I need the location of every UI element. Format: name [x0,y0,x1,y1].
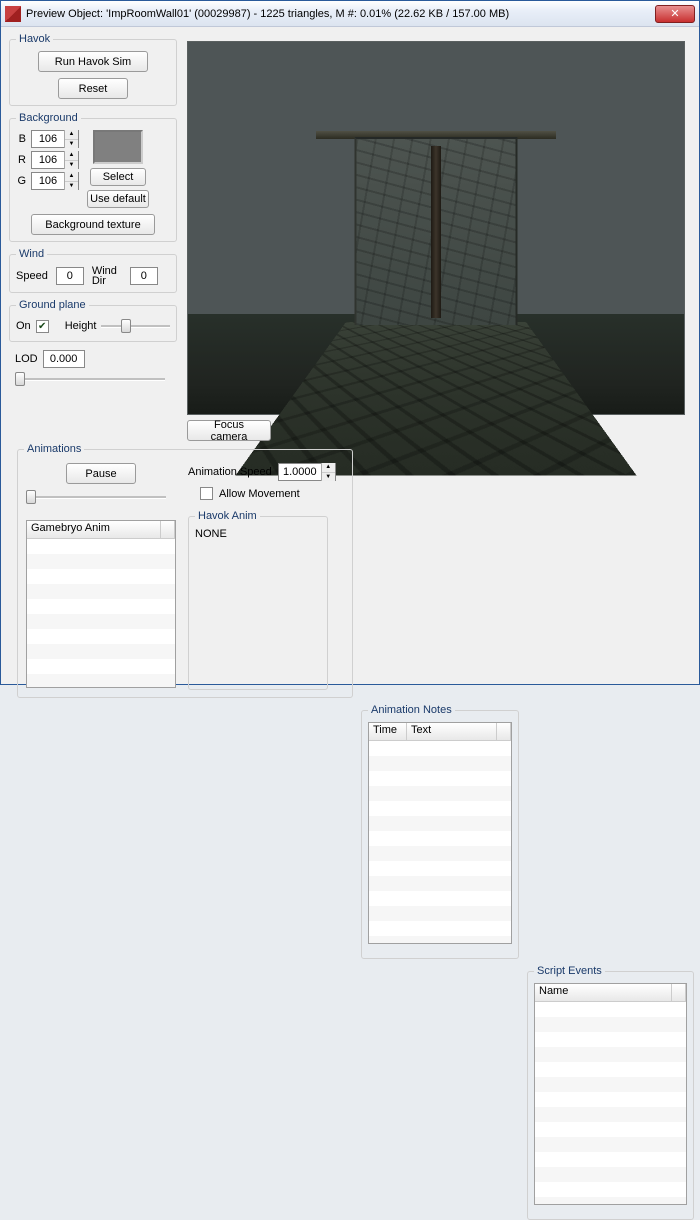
anim-notes-col-text[interactable]: Text [407,723,497,740]
wind-group: Wind Speed Wind Dir [9,248,177,293]
close-button[interactable]: ✕ [655,5,695,23]
background-texture-button[interactable]: Background texture [31,214,155,235]
spin-up-icon[interactable]: ▲ [65,151,78,161]
pause-button[interactable]: Pause [66,463,136,484]
bg-g-value[interactable] [32,173,64,189]
focus-camera-button[interactable]: Focus camera [187,420,271,441]
spin-down-icon[interactable]: ▼ [65,140,78,149]
ground-height-label: Height [65,320,97,332]
script-events-group: Script Events Name [527,965,694,1220]
gamebryo-anim-list[interactable]: Gamebryo Anim [26,520,176,688]
bg-r-input[interactable]: ▲▼ [31,151,79,169]
bg-r-label: R [16,154,26,166]
anim-scrub-slider[interactable] [26,488,166,506]
bg-r-value[interactable] [32,152,64,168]
lod-label: LOD [15,353,38,365]
client-area: Havok Run Havok Sim Reset Background B [1,27,699,684]
close-icon: ✕ [670,7,679,20]
window-title: Preview Object: 'ImpRoomWall01' (0002998… [26,8,655,20]
bg-g-label: G [16,175,26,187]
titlebar: Preview Object: 'ImpRoomWall01' (0002998… [1,1,699,27]
ground-height-slider[interactable] [101,317,170,335]
lod-slider[interactable] [15,370,165,388]
wind-legend: Wind [16,248,47,260]
use-default-button[interactable]: Use default [87,190,149,208]
bg-b-label: B [16,133,26,145]
run-havok-button[interactable]: Run Havok Sim [38,51,148,72]
bg-g-input[interactable]: ▲▼ [31,172,79,190]
havok-legend: Havok [16,33,53,45]
anim-speed-input[interactable]: ▲▼ [278,463,336,481]
havok-anim-value: NONE [195,528,321,540]
spin-up-icon[interactable]: ▲ [322,463,335,473]
lod-value[interactable] [44,351,84,367]
script-events-col-name[interactable]: Name [535,984,672,1001]
havok-anim-legend: Havok Anim [195,510,260,522]
lod-input[interactable] [43,350,85,368]
anim-speed-label: Animation Speed [188,466,272,478]
app-icon [5,6,21,22]
wind-dir-label: Wind Dir [92,266,122,286]
allow-movement-checkbox[interactable] [200,487,213,500]
preview-window: Preview Object: 'ImpRoomWall01' (0002998… [0,0,700,685]
gamebryo-anim-header[interactable]: Gamebryo Anim [27,521,161,538]
spin-down-icon[interactable]: ▼ [65,161,78,170]
spin-down-icon[interactable]: ▼ [65,182,78,191]
background-group: Background B ▲▼ R [9,112,177,242]
ground-on-label: On [16,320,31,332]
select-color-button[interactable]: Select [90,168,146,186]
animation-notes-list[interactable]: Time Text [368,722,512,944]
pillar [431,146,441,318]
animations-group: Animations Pause Gamebryo Anim [17,443,353,698]
wind-dir-value[interactable] [131,268,157,284]
wind-speed-input[interactable] [56,267,84,285]
bg-b-input[interactable]: ▲▼ [31,130,79,148]
ground-plane-group: Ground plane On ✔ Height [9,299,177,342]
wind-speed-label: Speed [16,270,48,282]
anim-speed-value[interactable] [279,464,321,480]
background-legend: Background [16,112,81,124]
reset-button[interactable]: Reset [58,78,128,99]
havok-group: Havok Run Havok Sim Reset [9,33,177,106]
left-panel: Havok Run Havok Sim Reset Background B [9,31,177,388]
wind-dir-input[interactable] [130,267,158,285]
spin-up-icon[interactable]: ▲ [65,130,78,140]
preview-viewport[interactable] [187,41,685,415]
animation-notes-legend: Animation Notes [368,704,455,716]
spin-down-icon[interactable]: ▼ [322,473,335,482]
ground-on-checkbox[interactable]: ✔ [36,320,49,333]
animations-legend: Animations [24,443,84,455]
script-events-legend: Script Events [534,965,605,977]
anim-notes-col-time[interactable]: Time [369,723,407,740]
bg-b-value[interactable] [32,131,64,147]
spin-up-icon[interactable]: ▲ [65,172,78,182]
havok-anim-group: Havok Anim NONE [188,510,328,690]
ground-plane-legend: Ground plane [16,299,89,311]
color-swatch [93,130,143,164]
script-events-list[interactable]: Name [534,983,687,1205]
animation-notes-group: Animation Notes Time Text [361,704,519,959]
allow-movement-label: Allow Movement [219,488,300,500]
wind-speed-value[interactable] [57,268,83,284]
